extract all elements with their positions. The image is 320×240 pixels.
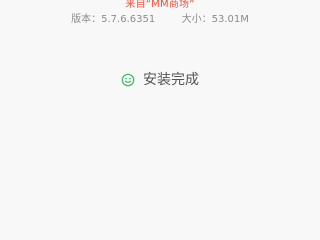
- app-source-label: 来自“MM商场”: [125, 0, 195, 10]
- install-status-row: 安装完成: [0, 70, 320, 90]
- app-meta-row: 版本：5.7.6.6351 大小：53.01M: [0, 14, 320, 26]
- size-label: 大小：53.01M: [181, 14, 249, 25]
- smile-icon: [121, 73, 135, 87]
- version-label: 版本：5.7.6.6351: [71, 14, 156, 25]
- install-complete-text: 安装完成: [143, 72, 199, 88]
- install-result-screen: 来自“MM商场” 版本：5.7.6.6351 大小：53.01M 安装完成: [0, 0, 320, 240]
